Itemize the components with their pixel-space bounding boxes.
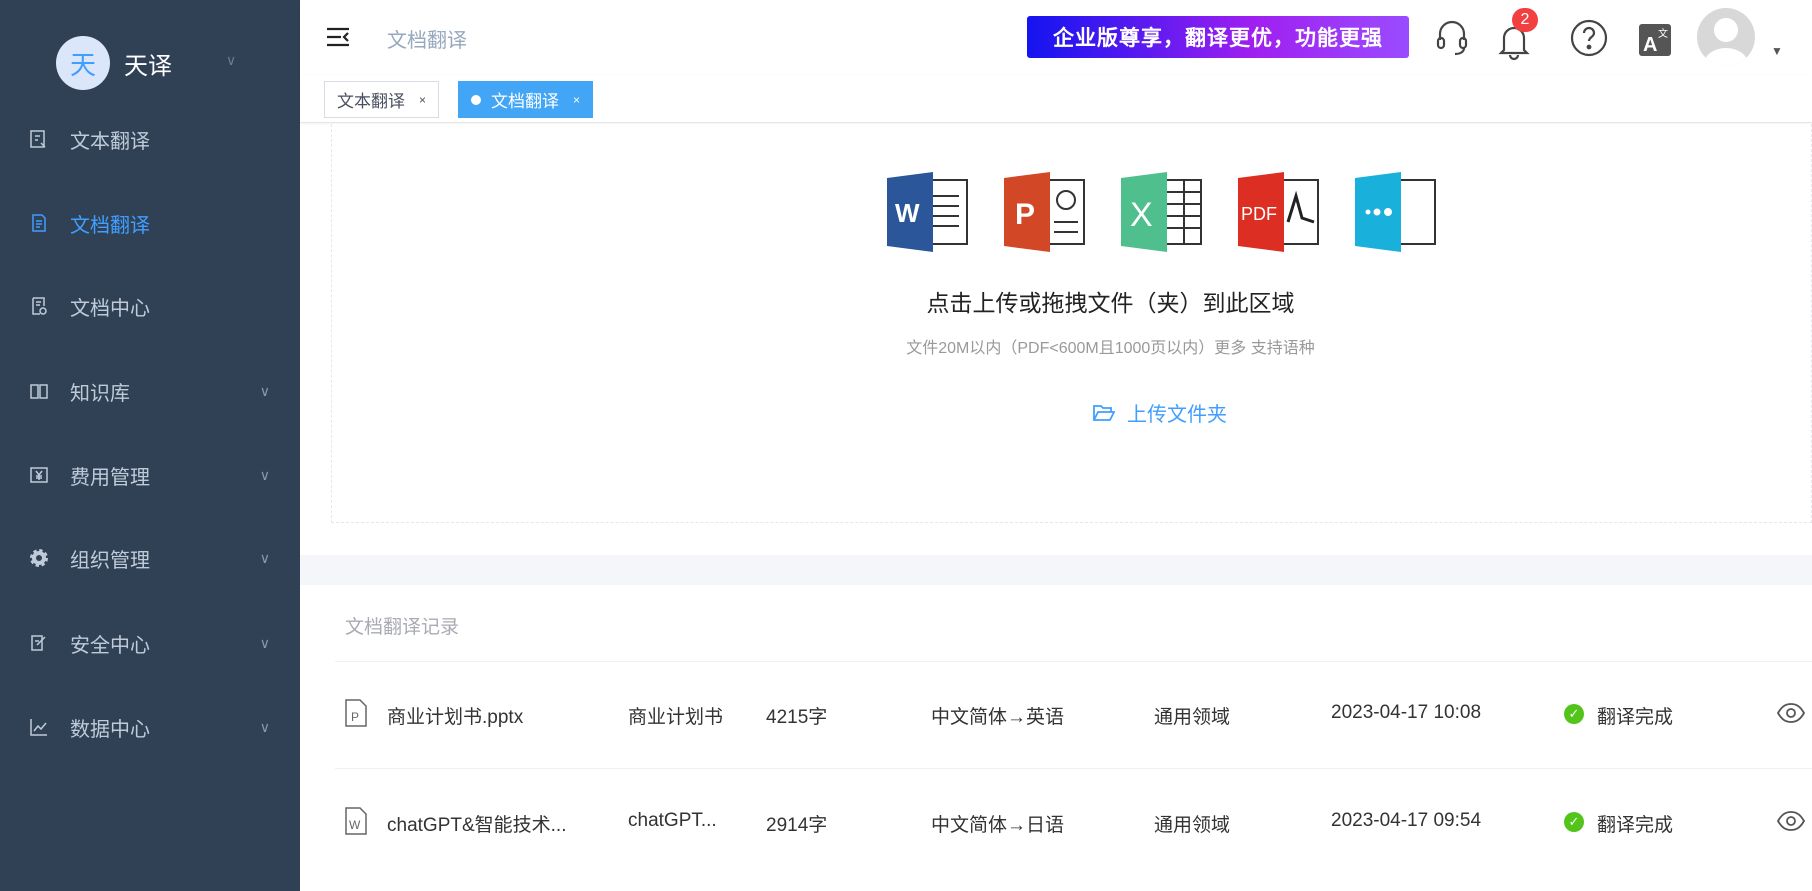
pdf-icon: PDF bbox=[1238, 172, 1319, 252]
svg-text:X: X bbox=[1130, 196, 1153, 234]
caret-down-icon[interactable]: ▼ bbox=[1771, 44, 1783, 58]
svg-text:W: W bbox=[895, 198, 920, 228]
language-icon[interactable]: A文 bbox=[1639, 24, 1671, 61]
table-row[interactable]: W chatGPT&智能技术... chatGPT... 2914字 中文简体→… bbox=[0, 802, 1812, 842]
sidebar-item-knowledge[interactable]: 知识库 ∨ bbox=[0, 361, 300, 421]
tab-label: 文档翻译 bbox=[491, 92, 559, 111]
sidebar-item-label: 文档翻译 bbox=[70, 214, 150, 237]
close-icon[interactable]: × bbox=[419, 93, 426, 107]
chevron-down-icon[interactable]: ∨ bbox=[226, 52, 236, 69]
sidebar-item-label: 文本翻译 bbox=[70, 130, 150, 153]
doc-title: chatGPT... bbox=[628, 810, 717, 831]
timestamp: 2023-04-17 09:54 bbox=[1331, 810, 1482, 831]
tab-doc-translate[interactable]: 文档翻译 × bbox=[458, 81, 594, 118]
docx-file-icon: W bbox=[345, 807, 367, 841]
menu-toggle-icon[interactable] bbox=[326, 27, 350, 52]
gear-icon bbox=[28, 547, 50, 569]
sidebar-item-organization[interactable]: 组织管理 ∨ bbox=[0, 528, 300, 588]
sidebar-item-doc-translate[interactable]: 文档翻译 bbox=[0, 193, 300, 253]
upload-folder-label: 上传文件夹 bbox=[1127, 404, 1227, 426]
success-icon: ✓ bbox=[1564, 704, 1584, 724]
top-header: 文档翻译 企业版尊享，翻译更优，功能更强 2 A文 ▼ bbox=[300, 0, 1812, 75]
status: 翻译完成 bbox=[1597, 707, 1674, 728]
table-row[interactable]: P 商业计划书.pptx 商业计划书 4215字 中文简体→英语 通用领域 20… bbox=[0, 694, 1812, 734]
upload-subtitle: 文件20M以内（PDF<600M且1000页以内）更多 支持语种 bbox=[906, 340, 1315, 357]
powerpoint-icon: P bbox=[1004, 172, 1085, 252]
file-name[interactable]: chatGPT&智能技术... bbox=[387, 810, 566, 837]
excel-icon: X bbox=[1121, 172, 1202, 252]
chevron-down-icon: ∨ bbox=[259, 382, 270, 399]
word-icon: W bbox=[887, 172, 968, 252]
sidebar-item-label: 文档中心 bbox=[70, 297, 150, 320]
language-pair: 中文简体→英语 bbox=[931, 707, 1065, 728]
headset-icon[interactable] bbox=[1434, 18, 1470, 63]
sidebar-item-doc-center[interactable]: 文档中心 bbox=[0, 276, 300, 336]
yen-icon bbox=[28, 464, 50, 486]
sidebar-item-label: 安全中心 bbox=[70, 634, 150, 657]
notification-badge: 2 bbox=[1512, 8, 1538, 32]
enterprise-banner[interactable]: 企业版尊享，翻译更优，功能更强 bbox=[1027, 16, 1409, 58]
upload-title: 点击上传或拖拽文件（夹）到此区域 bbox=[926, 290, 1295, 316]
tab-label: 文本翻译 bbox=[337, 92, 405, 111]
section-gap bbox=[300, 555, 1812, 585]
pptx-file-icon: P bbox=[345, 699, 367, 733]
sidebar-item-security[interactable]: 安全中心 ∨ bbox=[0, 613, 300, 673]
close-icon[interactable]: × bbox=[573, 93, 580, 107]
text-translate-icon bbox=[28, 128, 50, 150]
sidebar-item-label: 组织管理 bbox=[70, 549, 150, 572]
other-file-icon bbox=[1355, 172, 1436, 252]
divider bbox=[335, 661, 1812, 662]
brand-logo[interactable]: 天 天译 bbox=[56, 36, 172, 90]
sidebar-item-text-translate[interactable]: 文本翻译 bbox=[0, 109, 300, 169]
help-icon[interactable] bbox=[1569, 18, 1609, 63]
breadcrumb: 文档翻译 bbox=[387, 30, 467, 52]
sidebar-item-label: 费用管理 bbox=[70, 466, 150, 489]
svg-text:W: W bbox=[349, 818, 361, 832]
brand-name: 天译 bbox=[124, 52, 172, 80]
user-avatar[interactable] bbox=[1697, 8, 1755, 66]
doc-title: 商业计划书 bbox=[628, 707, 724, 728]
chevron-down-icon: ∨ bbox=[259, 466, 270, 483]
file-type-icons: W P X PDF bbox=[887, 172, 1437, 252]
word-count: 2914字 bbox=[766, 815, 828, 836]
document-center-icon bbox=[28, 295, 50, 317]
records-title: 文档翻译记录 bbox=[345, 617, 460, 638]
upload-dropzone[interactable]: W P X PDF 点击上传或拖拽文件（夹）到此区域 文件20M以内（PDF<6… bbox=[331, 124, 1812, 523]
document-icon bbox=[28, 212, 50, 234]
upload-folder-button[interactable]: 上传文件夹 bbox=[1093, 398, 1227, 427]
svg-text:P: P bbox=[1015, 198, 1035, 231]
chevron-down-icon: ∨ bbox=[259, 634, 270, 651]
sidebar-item-billing[interactable]: 费用管理 ∨ bbox=[0, 445, 300, 505]
active-dot-icon bbox=[471, 94, 481, 105]
tabs-bar: 文本翻译 × 文档翻译 × bbox=[300, 75, 1812, 123]
svg-text:A: A bbox=[1643, 34, 1657, 56]
status: 翻译完成 bbox=[1597, 815, 1674, 836]
eye-icon[interactable] bbox=[1776, 703, 1806, 729]
domain: 通用领域 bbox=[1154, 815, 1231, 836]
word-count: 4215字 bbox=[766, 707, 828, 728]
divider bbox=[335, 768, 1812, 769]
timestamp: 2023-04-17 10:08 bbox=[1331, 702, 1482, 723]
folder-open-icon bbox=[1093, 404, 1115, 421]
svg-text:文: 文 bbox=[1658, 27, 1668, 40]
success-icon: ✓ bbox=[1564, 812, 1584, 832]
svg-text:PDF: PDF bbox=[1241, 204, 1277, 224]
logo-avatar: 天 bbox=[56, 36, 110, 90]
tab-text-translate[interactable]: 文本翻译 × bbox=[324, 81, 440, 118]
svg-text:P: P bbox=[351, 710, 359, 724]
eye-icon[interactable] bbox=[1776, 811, 1806, 837]
security-icon bbox=[28, 632, 50, 654]
book-icon bbox=[28, 380, 50, 402]
domain: 通用领域 bbox=[1154, 707, 1231, 728]
chevron-down-icon: ∨ bbox=[259, 549, 270, 566]
file-name[interactable]: 商业计划书.pptx bbox=[387, 702, 523, 729]
language-pair: 中文简体→日语 bbox=[931, 815, 1065, 836]
sidebar: 天 天译 ∨ 文本翻译 文档翻译 文档中心 知识库 ∨ 费用管理 ∨ 组织管理 … bbox=[0, 0, 300, 891]
sidebar-item-label: 知识库 bbox=[70, 382, 130, 405]
